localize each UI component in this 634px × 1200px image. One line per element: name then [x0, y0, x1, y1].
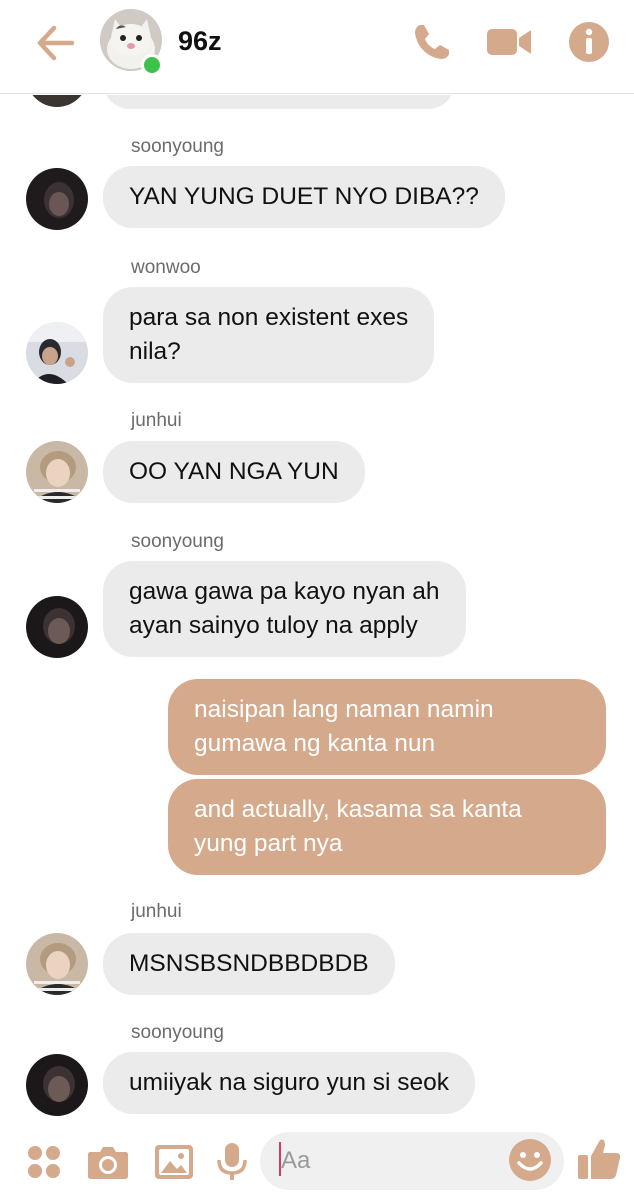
apps-icon[interactable]: [20, 1138, 68, 1186]
outgoing-message-bubble[interactable]: and actually, kasama sa kanta yung part …: [168, 779, 606, 875]
incoming-message-bubble[interactable]: MSNSBSNDBBDBDB: [103, 933, 395, 995]
camera-icon[interactable]: [84, 1138, 132, 1186]
phone-icon[interactable]: [410, 20, 454, 64]
incoming-message-bubble[interactable]: umiiyak na siguro yun si seok: [103, 1052, 476, 1114]
sender-name: soonyoung: [131, 1022, 224, 1043]
previous-message-bubble[interactable]: [103, 95, 455, 109]
outgoing-message-bubble[interactable]: naisipan lang naman namin gumawa ng kant…: [168, 679, 606, 775]
incoming-message-bubble[interactable]: para sa non existent exes nila?: [103, 287, 435, 383]
incoming-message-bubble[interactable]: YAN YUNG DUET NYO DIBA??: [103, 166, 505, 228]
avatar[interactable]: [26, 168, 88, 230]
online-status-dot: [141, 54, 163, 76]
sender-name: soonyoung: [131, 531, 224, 552]
emoji-icon[interactable]: [506, 1136, 554, 1184]
back-arrow-icon[interactable]: [34, 22, 76, 64]
thumbs-up-icon[interactable]: [574, 1134, 624, 1184]
incoming-message-bubble[interactable]: gawa gawa pa kayo nyan ah ayan sainyo tu…: [103, 561, 466, 657]
info-icon[interactable]: [567, 20, 611, 64]
incoming-message-bubble[interactable]: OO YAN NGA YUN: [103, 441, 365, 503]
avatar[interactable]: [26, 322, 88, 384]
gallery-icon[interactable]: [150, 1138, 198, 1186]
sender-name: junhui: [131, 901, 182, 922]
avatar[interactable]: [26, 441, 88, 503]
avatar[interactable]: [26, 596, 88, 658]
chat-title[interactable]: 96z: [178, 26, 222, 57]
sender-name: junhui: [131, 410, 182, 431]
microphone-icon[interactable]: [208, 1138, 256, 1186]
message-input-placeholder: Aa: [281, 1147, 311, 1174]
avatar[interactable]: [26, 1054, 88, 1116]
avatar[interactable]: [26, 933, 88, 995]
video-icon[interactable]: [485, 20, 533, 64]
chat-header: 96z: [0, 0, 634, 94]
sender-name: wonwoo: [131, 257, 201, 278]
message-list[interactable]: soonyoung YAN YUNG DUET NYO DIBA?? wonwo…: [0, 95, 634, 1125]
sender-name: soonyoung: [131, 136, 224, 157]
avatar[interactable]: [26, 95, 88, 107]
